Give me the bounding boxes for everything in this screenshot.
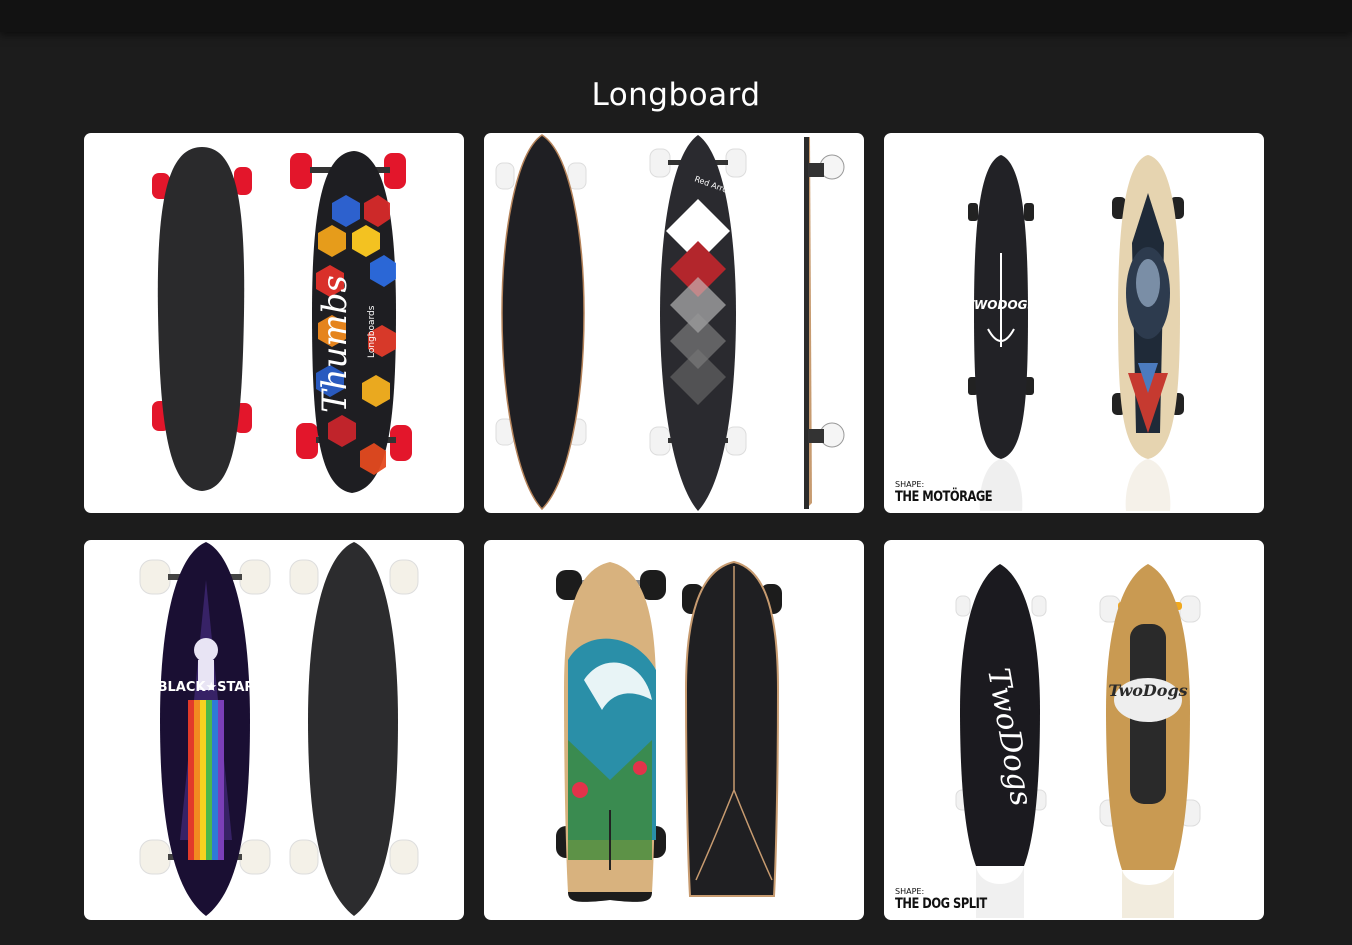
shape-caption-3: SHAPE: THE MOTÖRAGE [895,480,1013,505]
gallery-card-2[interactable]: Red Arrow [484,133,864,513]
longboard-image-4: BLACK★STAR [139,542,419,916]
gallery-card-3[interactable]: TWODOGS SHAPE: THE MOTÖRAGE [884,133,1264,513]
longboard-image-2: Red Arrow [495,134,845,511]
longboard-image-3: TWODOGS [966,155,1184,511]
gallery-card-4[interactable]: BLACK★STAR [84,540,464,920]
longboard-image-6: TwoDogs TwoDogs [955,564,1201,918]
shape-label: SHAPE: [895,887,925,896]
shape-label: SHAPE: [895,480,925,489]
blackstar-brand-text: BLACK★STAR [158,680,255,695]
longboard-image-5 [556,560,782,902]
page-title: Longboard [591,76,761,113]
longboards-brand-text: Longboards [367,305,377,358]
shape-name: THE DOG SPLIT [895,896,987,912]
longboard-image-1: Thumbs Longboards [152,147,412,493]
shape-caption-6: SHAPE: THE DOG SPLIT [895,887,1007,912]
gallery-card-5[interactable] [484,540,864,920]
twodogs-top-logo: TwoDogs [1108,681,1187,700]
gallery-card-1[interactable]: Thumbs Longboards [84,133,464,513]
top-navbar [0,0,1352,32]
gallery-card-6[interactable]: TwoDogs TwoDogs SHAPE: THE DOG SPLIT [884,540,1264,920]
shape-name: THE MOTÖRAGE [895,489,993,505]
thumbs-brand-text: Thumbs [315,275,355,413]
